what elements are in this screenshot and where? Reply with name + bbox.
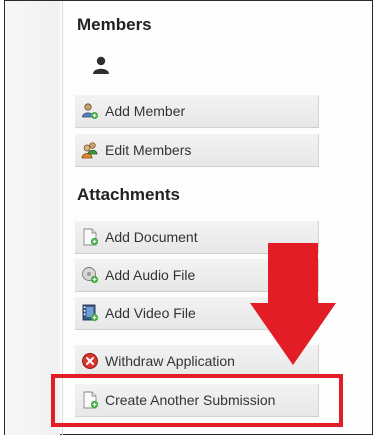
add-member-button[interactable]: Add Member — [75, 95, 319, 128]
create-submission-icon — [83, 391, 99, 409]
edit-members-button[interactable]: Edit Members — [75, 134, 319, 167]
withdraw-icon — [82, 353, 98, 369]
add-video-icon — [82, 304, 99, 322]
add-document-icon — [83, 228, 99, 246]
attachments-heading: Attachments — [77, 185, 180, 204]
members-heading: Members — [77, 15, 152, 34]
add-audio-icon — [82, 267, 99, 284]
add-audio-file-label: Add Audio File — [105, 267, 196, 283]
add-member-label: Add Member — [105, 103, 186, 119]
add-video-file-label: Add Video File — [105, 305, 196, 321]
edit-members-icon — [81, 142, 98, 159]
member-avatar-icon — [93, 56, 109, 74]
edit-members-label: Edit Members — [105, 142, 192, 158]
column-divider — [62, 1, 63, 435]
withdraw-application-label: Withdraw Application — [105, 353, 235, 369]
left-column — [5, 1, 60, 435]
add-document-label: Add Document — [105, 229, 198, 245]
create-another-submission-button[interactable]: Create Another Submission — [75, 384, 319, 417]
create-another-submission-label: Create Another Submission — [105, 392, 276, 408]
add-member-icon — [82, 103, 98, 119]
down-arrow-icon — [250, 243, 336, 365]
